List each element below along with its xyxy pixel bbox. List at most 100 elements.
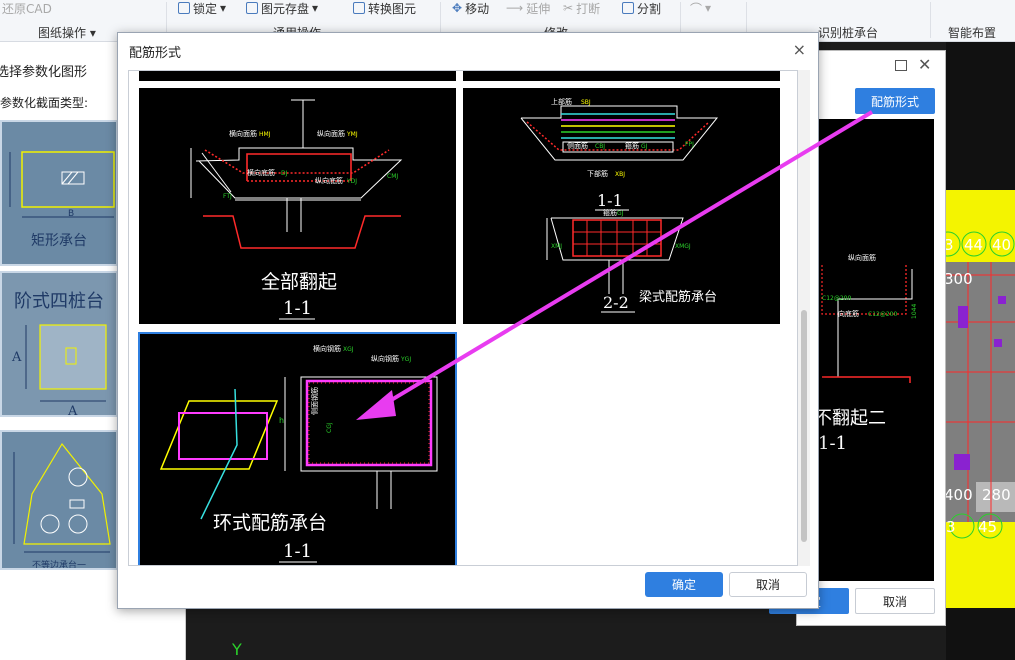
extend-button[interactable]: ⟶ 延伸 [506,0,550,16]
convert-element-button[interactable]: 转换图元 [353,0,416,16]
rebar-code: SBJ [581,99,591,106]
rebar-code: CBJ [595,143,605,150]
rebar-label: 箍筋 [603,208,617,217]
option-caption: 环式配筋承台 [213,512,327,534]
rebar-label: 纵向面筋 [848,253,876,262]
move-button[interactable]: ✥ 移动 [452,0,489,16]
rebar-label: 横向底筋 [247,168,275,177]
ok-button[interactable]: 确定 [645,572,723,597]
lock-button[interactable]: 锁定 ▾ [178,0,226,16]
back-preview-canvas: 纵向面筋 向底筋 C12@200 C12@200 1044 不翻起二 1-1 [814,119,934,581]
rebar-label: 纵向钢筋 [371,354,399,363]
maximize-icon[interactable] [895,60,907,71]
option-ring-type[interactable]: 横向钢筋 XGJ 纵向钢筋 YGJ 侧面钢筋 CGJ h 环式配筋承台 1-1 [138,332,457,565]
save-element-label: 图元存盘 [261,1,310,16]
close-icon[interactable]: ✕ [918,55,931,74]
break-icon: ✂ [563,1,574,15]
rebar-code: 1044 [911,304,918,319]
option-cell-hidden[interactable] [139,71,456,81]
split-label: 分割 [637,1,662,16]
chevron-down-icon: ▾ [220,1,227,15]
panel-title: 选择参数化图形 [0,65,88,80]
section-type-label: 参数化截面类型: [0,96,89,110]
option-beam-type[interactable]: 上部筋 SBJ 侧面筋 CBJ 箍筋 GJ 下部筋 XBJ FPJ 1-1 箍筋 [463,88,780,324]
cad-label: 280 [982,486,1011,504]
cad-label: 300 [946,270,973,288]
group-drawing-ops-label: 图纸操作 [38,26,87,40]
rebar-label: 侧面筋 [567,141,588,150]
extend-icon: ⟶ [506,1,524,15]
beam-type-drawing: 上部筋 SBJ 侧面筋 CBJ 箍筋 GJ 下部筋 XBJ FPJ 1-1 箍筋 [520,97,719,313]
lock-label: 锁定 [193,1,218,16]
convert-icon [353,2,365,14]
scrollbar-thumb[interactable] [801,310,807,542]
save-element-button[interactable]: 图元存盘 ▾ [246,0,318,16]
group-identify-cap-label: 识别桩承台 [818,26,879,40]
group-smart-layout-label: 智能布置 [948,26,997,40]
break-button[interactable]: ✂ 打断 [563,0,600,16]
rebar-label: 侧面钢筋 [310,387,319,415]
thumb-unequal-cap[interactable]: 不等边承台一 [0,430,118,570]
dialog-title: 配筋形式 [129,46,182,61]
ring-type-drawing: 横向钢筋 XGJ 纵向钢筋 YGJ 侧面钢筋 CGJ h 环式配筋承台 1-1 [159,344,438,563]
rebar-form-button[interactable]: 配筋形式 [855,88,935,114]
rebar-code: FPJ [685,141,694,148]
arc-tool-button[interactable]: ⌒ ▾ [690,0,711,16]
split-icon [622,2,634,14]
rebar-code: XGJ [343,346,354,353]
group-smart-layout[interactable]: 智能布置 [948,24,996,41]
rebar-label: 纵向面筋 [317,129,345,138]
move-icon: ✥ [452,1,463,15]
restore-cad-button[interactable]: 还原CAD [2,0,52,16]
rebar-label: 纵向底筋 [315,176,343,185]
rebar-code: HMJ [259,131,271,138]
lock-icon [178,2,190,14]
dim-a-label: A [67,404,78,417]
option-section: 1-1 [283,298,312,319]
move-label: 移动 [465,1,490,16]
cad-label: 3 [946,518,956,536]
y-axis-label: Y [232,640,242,659]
rebar-code: DJ [281,170,288,177]
cad-label: 40 [992,236,1011,254]
cancel-button[interactable]: 取消 [729,572,807,597]
rebar-code: XBJ [615,171,625,178]
rebar-label: 横向钢筋 [313,344,341,353]
thumb-stepped-four-pile[interactable]: 阶式四桩台 A A [0,271,118,417]
chevron-down-icon: ▾ [705,1,712,15]
rebar-code: GJ [617,210,624,217]
cad-label: 44 [964,236,983,254]
section-a: 1-1 [597,191,623,210]
break-label: 打断 [576,1,601,16]
rebar-code: XMGJ [675,243,691,250]
thumb-rect-cap[interactable]: B 矩形承台 [0,120,118,266]
stepped-cap-drawing: A A [11,324,107,417]
cad-canvas[interactable]: 3 44 40 300 400 280 3 45 [946,42,1015,660]
back-cancel-button[interactable]: 取消 [855,588,935,614]
unequal-cap-drawing [13,442,111,553]
option-section: 1-1 [283,541,312,562]
option-caption: 全部翻起 [261,271,337,293]
option-grid: 横向面筋 HMJ 纵向面筋 YMJ 横向底筋 DJ 纵向底筋 YDJ CMJ F… [128,70,798,566]
preview-caption: 不翻起二 [818,408,886,429]
rebar-label: 上部筋 [551,97,572,106]
option-caption: 梁式配筋承台 [639,289,717,305]
rebar-form-dialog: 配筋形式 × 横向面筋 HMJ 纵向面筋 YMJ 横向底筋 DJ 纵向底筋 YD… [117,32,819,609]
save-icon [246,2,258,14]
cad-label: 400 [946,486,973,504]
rebar-code: FTJ [223,193,232,200]
split-button[interactable]: 分割 [622,0,661,16]
section-b: 2-2 [603,293,629,312]
vertical-scrollbar[interactable] [798,70,810,566]
rebar-code: YMJ [346,131,358,138]
rebar-code: CGJ [326,422,333,433]
all-bent-up-drawing: 横向面筋 HMJ 纵向面筋 YMJ 横向底筋 DJ 纵向底筋 YDJ CMJ F… [190,99,403,320]
thumb-caption: 不等边承台一 [31,561,86,570]
option-all-bent-up[interactable]: 横向面筋 HMJ 纵向面筋 YMJ 横向底筋 DJ 纵向底筋 YDJ CMJ F… [139,88,456,324]
restore-cad-label: 还原CAD [2,1,52,16]
option-cell-hidden[interactable] [463,71,780,81]
cad-label: 3 [946,236,954,254]
close-icon[interactable]: × [793,40,806,59]
dim-a-label: A [11,350,22,365]
cad-drawing: 3 44 40 300 400 280 3 45 [946,190,1015,608]
